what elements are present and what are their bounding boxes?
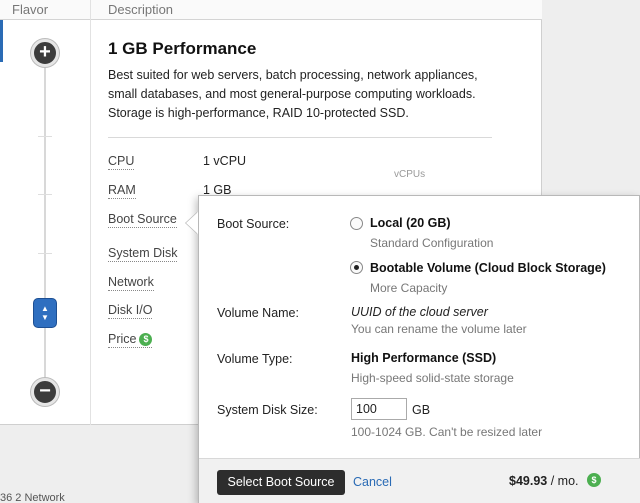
boot-source-label[interactable]: Boot Source <box>108 212 177 228</box>
flavor-slider-track[interactable] <box>44 53 46 393</box>
volume-type-help: High-speed solid-state storage <box>351 371 514 385</box>
monthly-cost: $49.93 / mo. <box>509 474 579 488</box>
local-option-subtitle: Standard Configuration <box>370 236 494 250</box>
disk-size-help: 100-1024 GB. Can't be resized later <box>351 425 543 439</box>
column-divider <box>90 0 91 425</box>
boot-source-field-label: Boot Source: <box>217 217 290 231</box>
volume-type-label: Volume Type: <box>217 352 293 366</box>
volume-name-value: UUID of the cloud server <box>351 305 488 319</box>
disk-io-label[interactable]: Disk I/O <box>108 303 153 319</box>
selection-marker <box>0 20 3 62</box>
select-boot-source-button[interactable]: Select Boot Source <box>217 470 345 495</box>
system-disk-size-label: System Disk Size: <box>217 403 318 417</box>
cancel-link[interactable]: Cancel <box>353 475 392 489</box>
slider-tick <box>38 253 52 254</box>
flavor-up-button[interactable]: + <box>31 39 59 67</box>
plus-icon: + <box>39 41 51 63</box>
system-disk-size-input[interactable] <box>351 398 407 420</box>
cost-period: / mo. <box>547 474 579 488</box>
cost-amount: $49.93 <box>509 474 548 488</box>
flavor-description: Best suited for web servers, batch proce… <box>108 68 478 120</box>
slider-tick <box>38 136 52 137</box>
price-label-text: Price <box>108 332 137 346</box>
network-label[interactable]: Network <box>108 275 154 291</box>
next-section-fragment: 36 2 Network <box>0 492 65 503</box>
bootable-volume-radio[interactable] <box>350 261 363 274</box>
cpu-label[interactable]: CPU <box>108 154 135 170</box>
dollar-icon: $ <box>139 333 153 347</box>
slider-tick <box>38 194 52 195</box>
flavor-slider-handle[interactable]: ▲ ▼ <box>33 298 57 328</box>
volume-name-label: Volume Name: <box>217 306 299 320</box>
minus-icon: − <box>39 380 51 402</box>
table-header: Flavor Description <box>0 0 542 20</box>
popover-arrow <box>186 212 198 234</box>
price-label[interactable]: Price $ <box>108 332 153 348</box>
local-radio[interactable] <box>350 217 363 230</box>
system-disk-label[interactable]: System Disk <box>108 246 178 262</box>
flavor-down-button[interactable]: − <box>31 378 59 406</box>
local-option-title[interactable]: Local (20 GB) <box>370 216 451 230</box>
cpu-value: 1 vCPU <box>203 154 247 168</box>
vcpus-hint: vCPUs <box>394 169 426 180</box>
dollar-icon: $ <box>587 473 601 487</box>
ram-label[interactable]: RAM <box>108 183 136 199</box>
divider <box>108 137 492 138</box>
bootable-volume-option-title[interactable]: Bootable Volume (Cloud Block Storage) <box>370 261 606 275</box>
disk-size-unit: GB <box>412 403 431 417</box>
volume-name-help: You can rename the volume later <box>351 322 527 336</box>
up-down-arrows-icon: ▲ ▼ <box>41 304 49 322</box>
bootable-volume-option-subtitle: More Capacity <box>370 281 448 295</box>
flavor-title: 1 GB Performance <box>108 39 257 58</box>
flavor-column-header: Flavor <box>12 2 49 17</box>
volume-type-value: High Performance (SSD) <box>351 351 497 365</box>
description-column-header: Description <box>108 2 174 17</box>
